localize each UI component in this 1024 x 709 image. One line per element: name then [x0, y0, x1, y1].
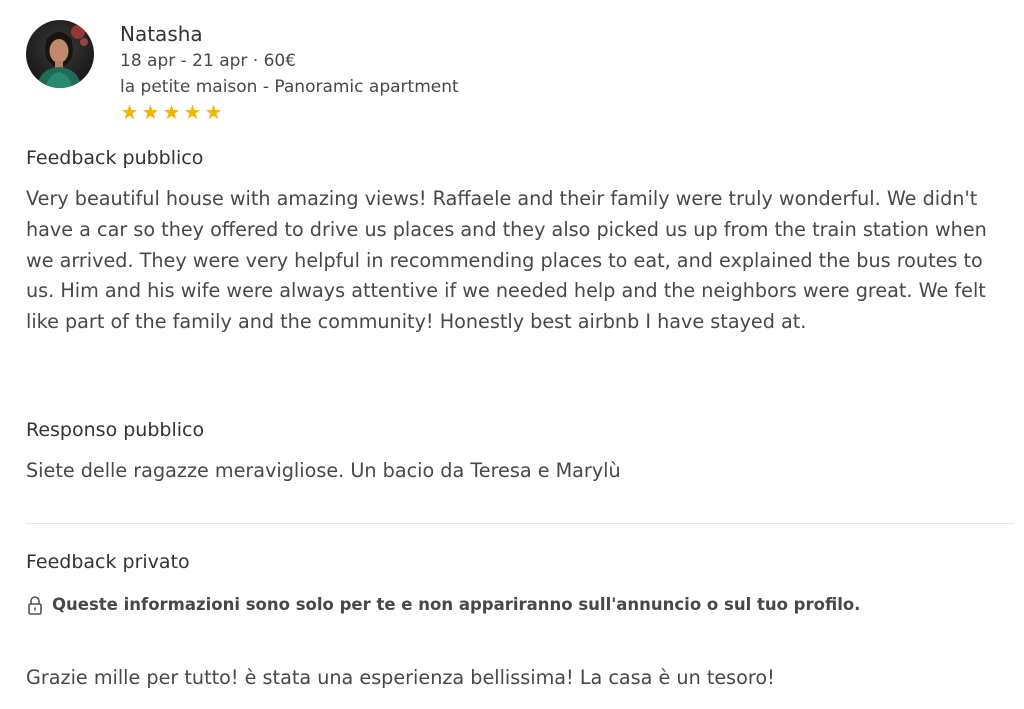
lock-icon — [28, 596, 42, 615]
private-notice: Queste informazioni sono solo per te e n… — [26, 592, 860, 618]
listing-name: la petite maison - Panoramic apartment — [120, 77, 459, 97]
section-divider — [26, 523, 1014, 524]
public-feedback-title: Feedback pubblico — [26, 147, 204, 169]
avatar[interactable] — [26, 20, 94, 88]
public-response-text: Siete delle ragazze meravigliose. Un bac… — [26, 459, 621, 482]
star-icon: ★ — [141, 100, 160, 124]
private-feedback-text: Grazie mille per tutto! è stata una espe… — [26, 666, 775, 689]
review-page: Natasha 18 apr - 21 apr · 60€ la petite … — [0, 0, 1024, 709]
avatar-image — [26, 20, 94, 88]
star-rating: ★ ★ ★ ★ ★ — [120, 101, 459, 123]
private-feedback-title: Feedback privato — [26, 551, 190, 573]
star-icon: ★ — [204, 100, 223, 124]
star-icon: ★ — [162, 100, 181, 124]
review-header: Natasha 18 apr - 21 apr · 60€ la petite … — [26, 20, 459, 123]
stay-dates-price: 18 apr - 21 apr · 60€ — [120, 51, 297, 71]
public-response-title: Responso pubblico — [26, 419, 205, 441]
review-meta: Natasha 18 apr - 21 apr · 60€ la petite … — [120, 20, 459, 123]
guest-name[interactable]: Natasha — [120, 20, 459, 48]
star-icon: ★ — [120, 100, 139, 124]
public-feedback-text: Very beautiful house with amazing views!… — [26, 187, 987, 334]
star-icon: ★ — [183, 100, 202, 124]
private-notice-text: Queste informazioni sono solo per te e n… — [52, 595, 861, 614]
